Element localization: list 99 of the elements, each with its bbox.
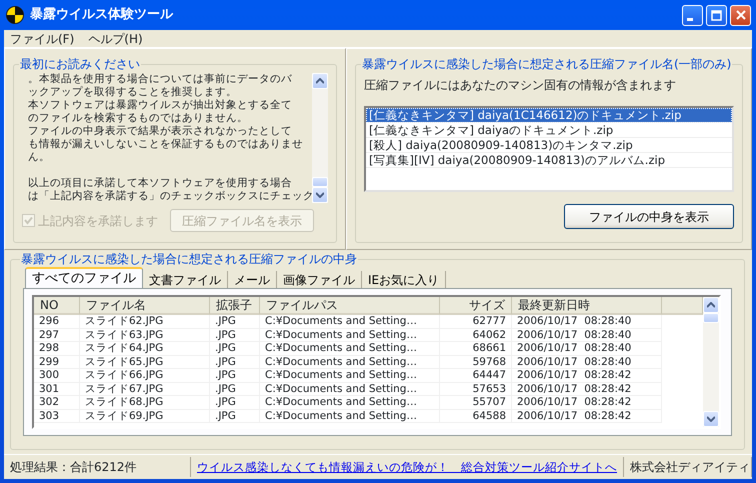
- table-cell: 2006/10/17 08:28:42: [512, 382, 662, 396]
- table-cell: 57653: [440, 382, 512, 396]
- notice-text: は「上記内容を承諾する」のチェックボックスにチェック: [28, 190, 312, 203]
- column-header[interactable]: NO: [34, 297, 80, 315]
- table-cell: 2006/10/17 08:28:42: [512, 396, 662, 410]
- table-cell: 299: [34, 356, 80, 369]
- table-cell: 303: [34, 410, 80, 423]
- caret-up-icon: [707, 302, 715, 308]
- table-cell: 2006/10/17 08:28:42: [512, 369, 662, 382]
- scrollbar[interactable]: [312, 73, 328, 203]
- group-title: 暴露ウイルスに感染した場合に想定される圧縮ファイル名(一部のみ): [361, 57, 732, 71]
- notice-text: 本ソフトウェアは暴露ウイルスが抽出対象とする全て: [28, 99, 293, 112]
- notice-text: 。本製品を使用する場合については事前にデータのバ: [28, 73, 293, 86]
- scroll-thumb[interactable]: [312, 177, 328, 187]
- table-cell: 302: [34, 396, 80, 410]
- table-cell: 2006/10/17 08:28:40: [512, 315, 662, 328]
- table-cell: 64447: [440, 369, 512, 382]
- notice-text: 以上の項目に承諾して本ソフトウェアを使用する場合: [28, 177, 293, 190]
- scroll-down-button[interactable]: [312, 187, 328, 203]
- maximize-icon: [711, 10, 722, 20]
- info-text: 圧縮ファイルにはあなたのマシン固有の情報が含まれます: [364, 77, 677, 94]
- table-cell: 2006/10/17 08:28:42: [512, 410, 662, 423]
- column-header[interactable]: 拡張子: [210, 297, 260, 315]
- table-cell: スライド62.JPG: [80, 315, 210, 328]
- column-header[interactable]: ファイルパス: [260, 297, 440, 315]
- scroll-up-button[interactable]: [703, 297, 719, 313]
- close-button[interactable]: [730, 4, 751, 26]
- table-cell: .JPG: [210, 315, 260, 328]
- table-cell: .JPG: [210, 356, 260, 369]
- caret-down-icon: [707, 416, 715, 422]
- list-item[interactable]: [殺人] daiya(20080909-140813)のキンタマ.zip: [366, 138, 732, 153]
- table-cell: .JPG: [210, 328, 260, 342]
- table-cell: 64588: [440, 410, 512, 423]
- menu-item[interactable]: ヘルプ(H): [88, 30, 143, 48]
- show-contents-button[interactable]: ファイルの中身を表示: [564, 204, 734, 229]
- group-title: 最初にお読みください: [19, 57, 141, 71]
- scroll-down-button[interactable]: [703, 411, 719, 427]
- window-title: 暴露ウイルス体験ツール: [30, 6, 174, 24]
- group-title: 暴露ウイルスに感染した場合に想定される圧縮ファイルの中身: [20, 252, 358, 266]
- table-cell: C:¥Documents and Setting…: [260, 369, 440, 382]
- close-icon: [736, 10, 746, 20]
- table-cell: C:¥Documents and Setting…: [260, 315, 440, 328]
- table-cell: .JPG: [210, 410, 260, 423]
- notice-text: ん。: [28, 151, 51, 164]
- scroll-thumb[interactable]: [703, 313, 719, 323]
- list-item[interactable]: [仁義なきキンタマ] daiyaのドキュメント.zip: [366, 123, 732, 138]
- table-cell: C:¥Documents and Setting…: [260, 342, 440, 356]
- caret-up-icon: [316, 78, 324, 84]
- table-cell: スライド69.JPG: [80, 410, 210, 423]
- table-cell: .JPG: [210, 369, 260, 382]
- minimize-button[interactable]: [682, 4, 703, 26]
- table-cell: C:¥Documents and Setting…: [260, 396, 440, 410]
- table-cell: スライド67.JPG: [80, 382, 210, 396]
- notice-text: のファイルを検索するものではありません。: [28, 112, 249, 125]
- table-cell: 68661: [440, 342, 512, 356]
- table-cell: 301: [34, 382, 80, 396]
- menu-item[interactable]: ファイル(F): [10, 30, 74, 48]
- table-cell: スライド65.JPG: [80, 356, 210, 369]
- list-item[interactable]: [仁義なきキンタマ] daiya(1C146612)のドキュメント.zip: [366, 108, 732, 123]
- table-cell: 62777: [440, 315, 512, 328]
- table-cell: .JPG: [210, 342, 260, 356]
- site-link[interactable]: ウイルス感染しなくても情報漏えいの危険が！ 総合対策ツール紹介サイトへ: [191, 457, 624, 477]
- table-cell: 300: [34, 369, 80, 382]
- minimize-icon: [687, 18, 693, 20]
- table-cell: 55707: [440, 396, 512, 410]
- table-cell: C:¥Documents and Setting…: [260, 328, 440, 342]
- notice-text: ックアップを取得することを推奨します。: [28, 86, 238, 99]
- caret-down-icon: [316, 192, 324, 198]
- notice-text: ファイルの中身表示で結果が表示されなかったとして: [28, 125, 293, 138]
- table-cell: スライド63.JPG: [80, 328, 210, 342]
- list-item[interactable]: [写真集][IV] daiya(20080909-140813)のアルバム.zip: [366, 153, 732, 168]
- column-header[interactable]: サイズ: [440, 297, 512, 315]
- notice-text: も情報が漏えいしないことを保証するものではありませ: [28, 138, 304, 151]
- maximize-button[interactable]: [706, 4, 727, 26]
- scroll-up-button[interactable]: [312, 73, 328, 89]
- table-cell: 64062: [440, 328, 512, 342]
- status-text: 処理結果：合計6212件: [4, 457, 191, 477]
- table-cell: スライド68.JPG: [80, 396, 210, 410]
- table-cell: スライド66.JPG: [80, 369, 210, 382]
- table-cell: .JPG: [210, 396, 260, 410]
- company-name: 株式会社ディアイティ: [624, 457, 752, 477]
- column-header[interactable]: ファイル名: [80, 297, 210, 315]
- table-cell: 2006/10/17 08:28:40: [512, 342, 662, 356]
- table-cell: C:¥Documents and Setting…: [260, 356, 440, 369]
- table-cell: C:¥Documents and Setting…: [260, 382, 440, 396]
- table-cell: C:¥Documents and Setting…: [260, 410, 440, 423]
- table-cell: 2006/10/17 08:28:40: [512, 328, 662, 342]
- table-cell: 297: [34, 328, 80, 342]
- scrollbar[interactable]: [703, 297, 719, 427]
- table-cell: 59768: [440, 356, 512, 369]
- column-header[interactable]: 最終更新日時: [512, 297, 662, 315]
- app-icon: [6, 6, 24, 24]
- table-cell: 2006/10/17 08:28:40: [512, 356, 662, 369]
- table-cell: .JPG: [210, 382, 260, 396]
- tab[interactable]: すべてのファイル: [25, 267, 143, 288]
- checkbox-icon: [22, 214, 35, 227]
- table-cell: スライド64.JPG: [80, 342, 210, 356]
- table-cell: 298: [34, 342, 80, 356]
- table-cell: 296: [34, 315, 80, 328]
